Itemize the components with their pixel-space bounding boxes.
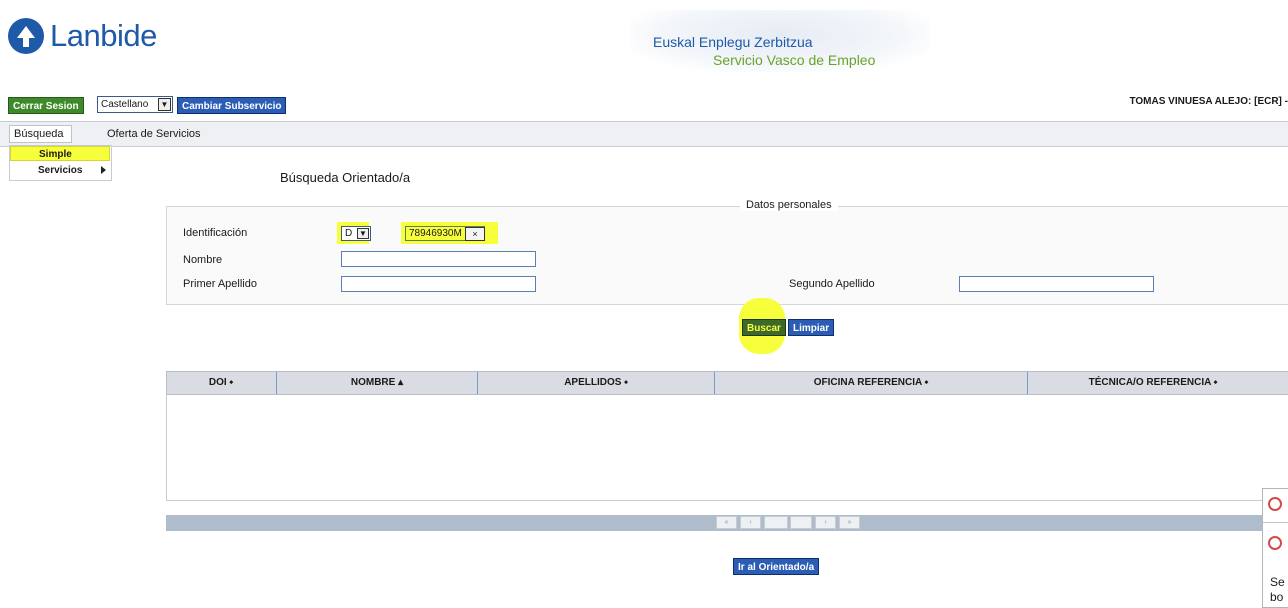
caret-right-icon: [101, 166, 106, 174]
nombre-input[interactable]: [341, 251, 536, 267]
identificacion-label: Identificación: [183, 227, 248, 239]
buscar-button[interactable]: Buscar: [742, 319, 786, 336]
feedback-icon[interactable]: [1268, 497, 1282, 511]
menu-oferta-servicios[interactable]: Oferta de Servicios: [107, 128, 201, 140]
clear-icon[interactable]: ×: [465, 227, 485, 241]
language-value: Castellano: [101, 99, 149, 110]
chevron-down-icon: ▼: [357, 228, 369, 239]
pager-page-input[interactable]: [764, 516, 788, 529]
fieldset-legend: Datos personales: [740, 199, 838, 211]
results-table-body: [166, 395, 1288, 501]
lanbide-logo-icon: [8, 18, 44, 54]
side-text-line1: Se: [1270, 575, 1285, 589]
pager-prev-button[interactable]: ‹: [740, 516, 761, 529]
nombre-label: Nombre: [183, 254, 223, 266]
limpiar-button[interactable]: Limpiar: [788, 319, 835, 336]
lanbide-logo: Lanbide: [8, 14, 157, 58]
pager-last-button[interactable]: »: [839, 516, 860, 529]
brand-spanish: Servicio Vasco de Empleo: [713, 52, 876, 68]
id-type-select[interactable]: D ▼: [341, 226, 371, 241]
feedback-icon[interactable]: [1268, 536, 1282, 550]
column-oficina-referencia[interactable]: OFICINA REFERENCIA ⬩: [715, 377, 1027, 388]
primer-apellido-input[interactable]: [341, 276, 536, 292]
column-apellidos[interactable]: APELLIDOS ⬩: [478, 377, 714, 388]
dropdown-item-simple[interactable]: Simple: [10, 146, 110, 161]
column-nombre[interactable]: NOMBRE ▴: [277, 377, 477, 388]
page-title: Búsqueda Orientado/a: [280, 170, 411, 185]
segundo-apellido-label: Segundo Apellido: [789, 278, 875, 290]
chevron-down-icon: ▼: [158, 98, 171, 111]
ir-orientado-button[interactable]: Ir al Orientado/a: [733, 558, 820, 575]
menu-busqueda[interactable]: Búsqueda: [9, 125, 72, 143]
column-doi[interactable]: DOI ⬩: [166, 377, 276, 388]
user-label: TOMAS VINUESA ALEJO: [ECR] -: [1129, 96, 1288, 107]
id-type-value: D: [345, 228, 353, 239]
pager-first-button[interactable]: «: [716, 516, 737, 529]
brand-basque: Euskal Enplegu Zerbitzua: [653, 34, 813, 50]
side-divider: [1263, 522, 1288, 523]
side-text-line2: bo: [1270, 590, 1284, 604]
language-select[interactable]: Castellano ▼: [97, 96, 173, 113]
pager-next-button[interactable]: ›: [815, 516, 836, 529]
pager-page-total: [790, 516, 812, 529]
change-service-button[interactable]: Cambiar Subservicio: [177, 97, 287, 114]
segundo-apellido-input[interactable]: [959, 276, 1154, 292]
column-tecnica-referencia[interactable]: TÉCNICA/O REFERENCIA ⬩: [1028, 377, 1278, 388]
logout-button[interactable]: Cerrar Sesion: [8, 97, 84, 114]
logo-text: Lanbide: [50, 18, 157, 53]
primer-apellido-label: Primer Apellido: [183, 278, 257, 290]
dropdown-item-servicios[interactable]: Servicios: [38, 165, 82, 176]
